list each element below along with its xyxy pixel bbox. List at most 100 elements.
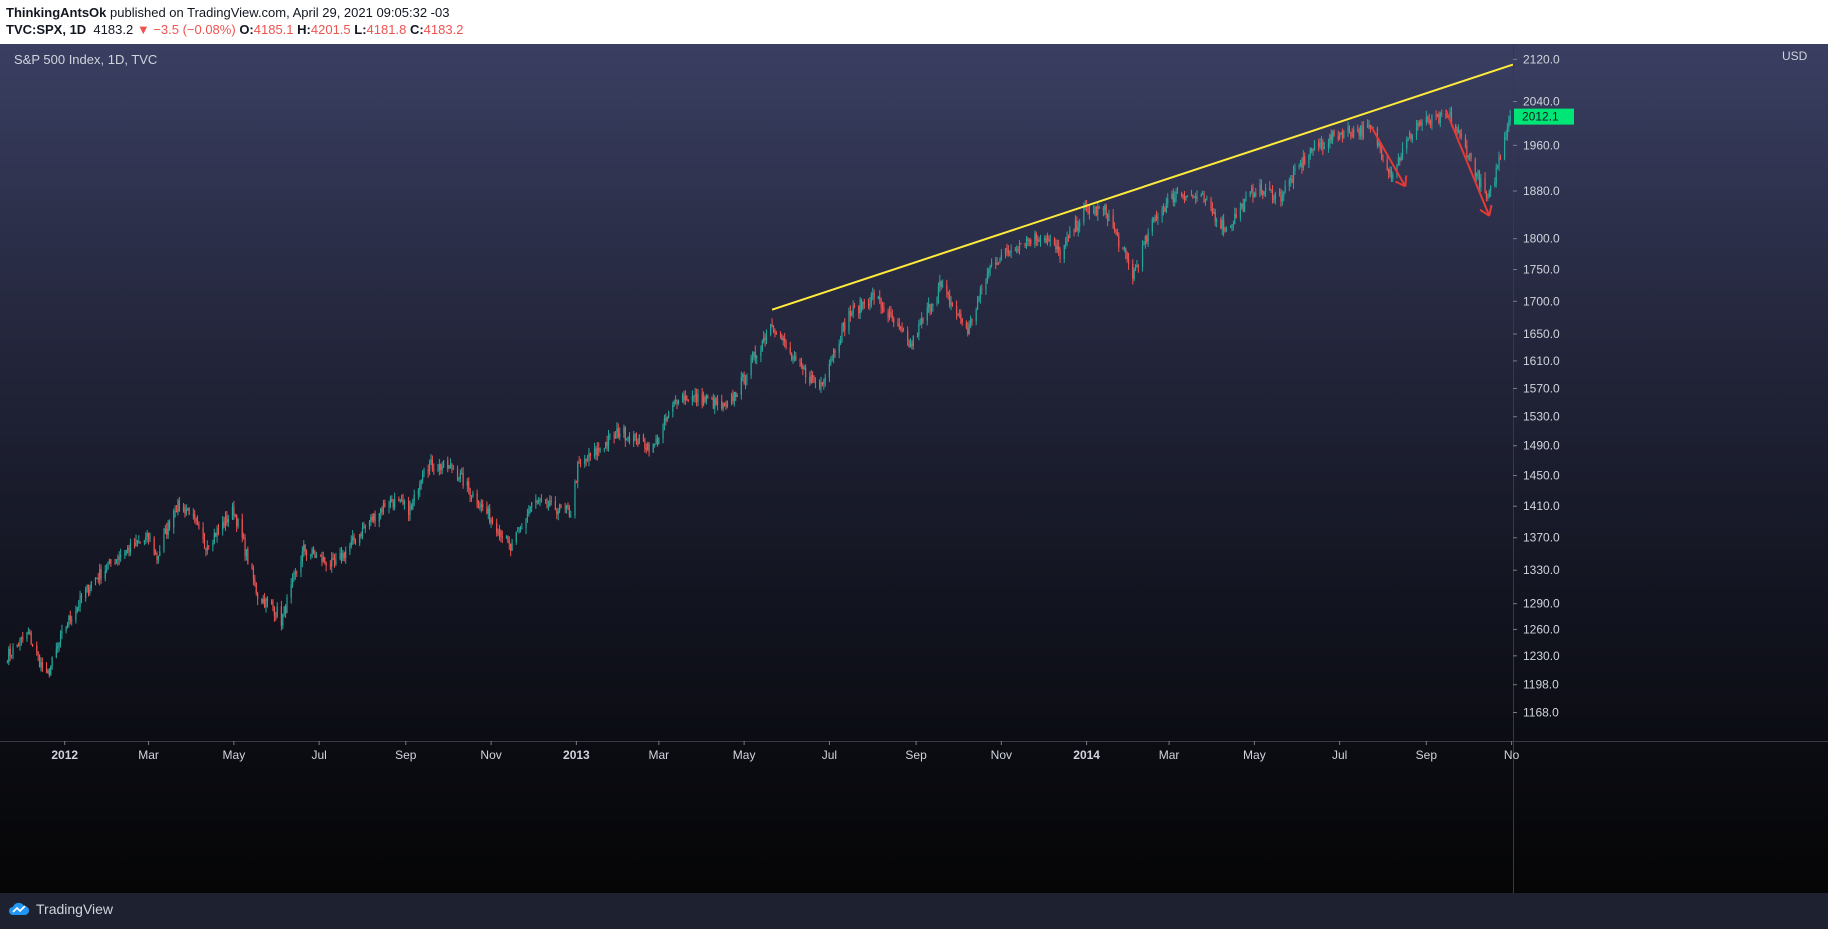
candle-down [1499, 156, 1502, 159]
candle-down [223, 521, 225, 527]
candle-down [273, 608, 276, 616]
candle-down [1024, 243, 1026, 246]
candle-up [1288, 180, 1290, 186]
candle-down [911, 343, 913, 346]
candle-up [869, 302, 871, 306]
candle-up [104, 570, 106, 579]
candle-down [168, 521, 171, 528]
candle-up [1234, 213, 1236, 225]
candle-down [1098, 206, 1100, 209]
candle-down [41, 662, 43, 669]
candle-down [1459, 130, 1461, 134]
tradingview-logo[interactable]: TradingView [8, 901, 113, 917]
candle-down [1304, 156, 1306, 164]
time-tick-label: Nov [991, 748, 1012, 762]
candle-up [145, 536, 147, 541]
candle-up [1143, 244, 1145, 246]
red-arrow-head [1404, 175, 1408, 187]
candle-down [635, 433, 638, 444]
last-price: 4183.2 [93, 22, 134, 37]
candle-up [793, 356, 796, 360]
candle-up [438, 463, 440, 470]
candle-up [668, 411, 670, 418]
candle-up [8, 648, 10, 663]
candle-up [558, 504, 561, 512]
candle-up [1332, 130, 1334, 141]
candle-down [637, 443, 639, 445]
candle-down [1367, 124, 1369, 128]
price-tick-label: 1260.0 [1523, 622, 1560, 636]
candle-down [321, 555, 323, 562]
candle-down [781, 335, 783, 341]
chart-area[interactable]: 2120.0 2040.0 1960.0 1880.0 1800.0 1750.0 1700… [0, 44, 1828, 893]
candle-up [517, 530, 519, 532]
candle-up [549, 500, 551, 507]
candle-up [842, 322, 844, 327]
candle-up [40, 662, 42, 667]
candle-up [1389, 170, 1391, 174]
candle-up [361, 527, 364, 536]
candle-down [598, 448, 600, 451]
candle-up [545, 499, 547, 501]
price-chart[interactable]: 2120.0 2040.0 1960.0 1880.0 1800.0 1750.0 1700… [0, 44, 1828, 893]
candle-down [226, 515, 228, 523]
candle-up [1425, 117, 1427, 123]
candle-up [237, 519, 239, 527]
candle-down [324, 557, 326, 562]
candle-up [921, 318, 923, 324]
candle-up [380, 508, 382, 514]
candle-down [1055, 244, 1057, 250]
time-tick-label: May [1243, 748, 1266, 762]
candle-up [50, 666, 52, 676]
candle-up [529, 507, 531, 512]
candle-down [272, 604, 274, 609]
candle-up [1185, 196, 1187, 200]
candle-down [779, 334, 782, 336]
author-name[interactable]: ThinkingAntsOk [6, 5, 106, 20]
candle-up [744, 380, 747, 384]
candle-down [496, 522, 498, 533]
candle-up [1313, 142, 1316, 150]
candle-down [1172, 193, 1174, 203]
candle-down [1146, 236, 1148, 242]
candle-up [761, 341, 763, 350]
candle-up [265, 598, 267, 608]
candle-down [881, 307, 884, 309]
candle-down [867, 303, 870, 306]
candle-up [1157, 216, 1159, 219]
candle-up [437, 469, 439, 471]
candle-down [391, 498, 393, 503]
price-tick-label: 2040.0 [1523, 95, 1560, 109]
candle-up [68, 615, 70, 625]
candle-up [303, 544, 305, 552]
candle-down [456, 469, 459, 480]
candle-up [1292, 170, 1295, 183]
candle-up [1010, 250, 1012, 252]
candle-up [315, 554, 317, 558]
candle-down [595, 448, 597, 455]
time-tick-label: Sep [395, 748, 417, 762]
candle-up [1299, 162, 1302, 167]
candle-down [87, 584, 90, 594]
candle-down [802, 366, 804, 369]
time-tick-label: Mar [1159, 748, 1180, 762]
candle-down [1351, 134, 1353, 137]
candle-up [1421, 122, 1423, 125]
candle-up [958, 313, 961, 315]
chart-title: S&P 500 Index, 1D, TVC [14, 52, 158, 67]
candle-down [1030, 239, 1032, 245]
candle-up [449, 464, 452, 466]
candle-up [57, 645, 59, 649]
candle-up [1436, 114, 1439, 118]
candle-down [849, 310, 851, 316]
publish-line: ThinkingAntsOk published on TradingView.… [6, 5, 449, 20]
candle-down [784, 338, 786, 342]
candle-up [335, 559, 337, 565]
candle-down [329, 565, 331, 567]
candle-up [1343, 130, 1345, 138]
candle-up [322, 557, 324, 562]
candle-up [1221, 219, 1223, 229]
candle-down [707, 396, 709, 399]
candle-down [261, 598, 263, 603]
candle-down [233, 506, 235, 516]
